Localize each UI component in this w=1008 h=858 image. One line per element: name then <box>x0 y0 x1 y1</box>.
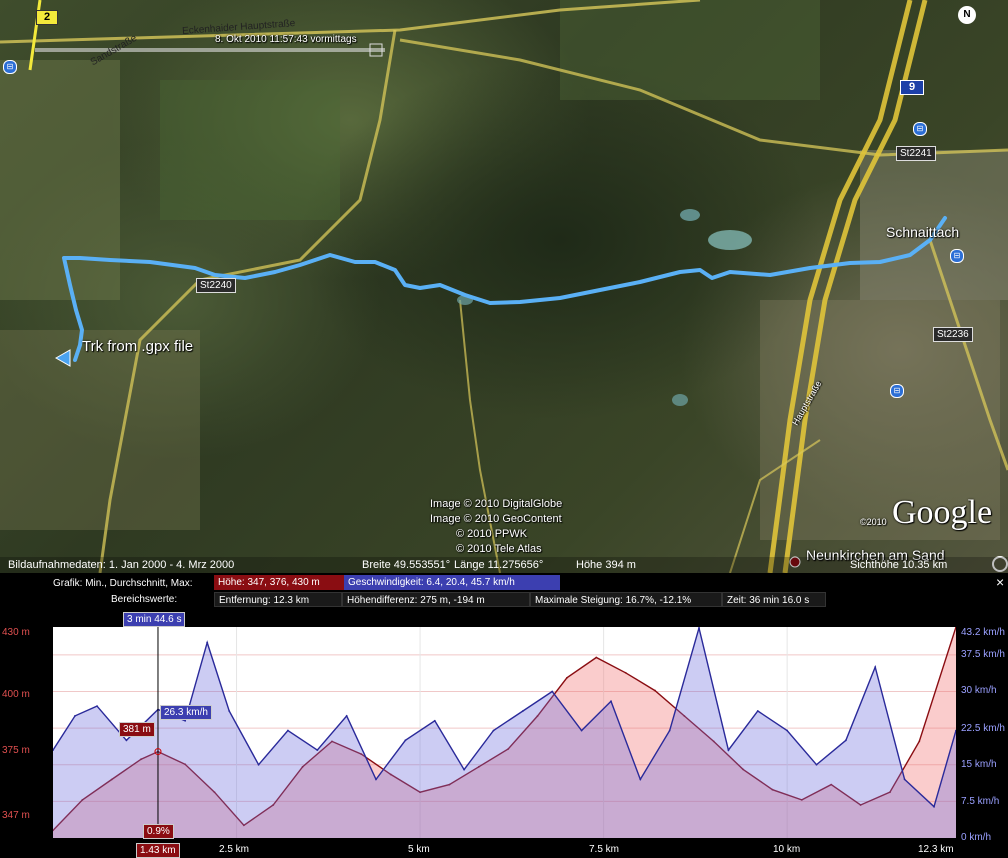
data-point-speed <box>521 710 524 712</box>
data-point-speed <box>257 763 260 766</box>
y-axis-label-right: 7.5 km/h <box>961 796 1000 807</box>
credit-line: Image © 2010 DigitalGlobe <box>430 498 563 510</box>
elevation-profile-chart[interactable] <box>52 625 957 838</box>
data-point-elevation <box>595 656 598 659</box>
autobahn-9-shield: 9 <box>900 80 925 95</box>
track-label[interactable]: Trk from .gpx file <box>82 338 193 355</box>
y-axis-label-right: 0 km/h <box>961 832 992 843</box>
cursor-distance-tag: 1.43 km <box>136 843 180 858</box>
data-point-speed <box>74 714 76 717</box>
data-point-speed <box>639 778 642 781</box>
y-axis-label-right: 22.5 km/h <box>961 723 1005 734</box>
data-point-speed <box>316 749 319 751</box>
cursor-slope-tag: 0.9% <box>143 824 174 839</box>
road-st2241-shield: St2241 <box>896 146 936 161</box>
x-axis-tick-label: 7.5 km <box>589 844 620 855</box>
road-st2240-shield: St2240 <box>196 278 236 293</box>
cursor-elevation-tag: 381 m <box>119 722 155 737</box>
max-slope-value: Maximale Steigung: 16.7%, -12.1% <box>530 592 722 607</box>
data-point-speed <box>463 768 466 771</box>
data-point-speed <box>96 705 98 708</box>
range-values-label: Bereichswerte: <box>111 594 178 605</box>
y-axis-label-right: 43.2 km/h <box>961 627 1005 638</box>
data-point-elevation <box>918 740 921 743</box>
satellite-map[interactable]: 2 Eckenhaider Hauptstraße Sandstraße 8. … <box>0 0 1008 573</box>
height-difference-value: Höhendifferenz: 275 m, -194 m <box>342 592 530 607</box>
x-axis-tick-label: 12.3 km <box>918 844 954 855</box>
time-value: Zeit: 36 min 16.0 s <box>722 592 826 607</box>
data-point-elevation <box>624 671 627 674</box>
compass-icon[interactable]: N <box>958 6 976 24</box>
data-point-speed <box>184 719 187 722</box>
data-point-speed <box>228 710 231 712</box>
google-copyright: ©2010 <box>860 517 887 527</box>
route-2-shield: 2 <box>36 10 59 25</box>
town-label-schnaittach[interactable]: Schnaittach <box>886 224 959 240</box>
data-point-speed <box>580 729 583 732</box>
data-point-speed <box>933 805 935 808</box>
y-axis-label-left: 430 m <box>2 627 30 638</box>
y-axis-label-left: 375 m <box>2 745 30 756</box>
data-point-speed <box>903 778 906 781</box>
data-point-speed <box>206 641 209 644</box>
data-point-elevation <box>654 689 656 692</box>
data-point-speed <box>433 719 436 722</box>
data-point-speed <box>404 739 407 742</box>
y-axis-label-right: 15 km/h <box>961 759 997 770</box>
data-point-speed <box>375 778 377 781</box>
data-point-speed <box>874 666 877 668</box>
y-axis-label-left: 400 m <box>2 689 30 700</box>
data-point-speed <box>610 700 612 703</box>
poi-icon[interactable]: ⊟ <box>913 122 927 136</box>
eye-altitude-readout: Sichthöhe 10.35 km <box>850 559 948 571</box>
data-point-speed <box>551 690 554 693</box>
data-point-speed <box>815 763 818 766</box>
y-axis-label-right: 30 km/h <box>961 685 997 696</box>
close-button[interactable]: × <box>996 575 1004 589</box>
data-point-speed <box>125 739 128 742</box>
road-st2236-shield: St2236 <box>933 327 973 342</box>
data-point-speed <box>727 749 730 751</box>
poi-icon[interactable]: ⊟ <box>890 384 904 398</box>
data-point-speed <box>492 729 495 732</box>
data-point-speed <box>345 714 348 717</box>
data-point-speed <box>668 729 671 732</box>
elevation-readout: Höhe 394 m <box>576 559 636 571</box>
y-axis-label-right: 37.5 km/h <box>961 649 1005 660</box>
y-axis-label-left: 347 m <box>2 810 30 821</box>
credit-line: © 2010 Tele Atlas <box>456 543 542 555</box>
data-point-elevation <box>566 676 568 679</box>
imagery-timestamp: 8. Okt 2010 11:57:43 vormittags <box>215 34 357 45</box>
credit-line: © 2010 PPWK <box>456 528 528 540</box>
longitude-readout: Länge 11.275656° <box>454 559 544 571</box>
google-logo: Google <box>892 494 993 531</box>
map-overlay <box>0 0 1008 573</box>
cursor-time-tag: 3 min 44.6 s <box>123 612 186 627</box>
poi-icon[interactable]: ⊟ <box>3 60 17 74</box>
elevation-stats-tab[interactable]: Höhe: 347, 376, 430 m <box>214 575 344 590</box>
status-bar: Bildaufnahmedaten: 1. Jan 2000 - 4. Mrz … <box>0 557 1008 573</box>
graph-stats-label: Grafik: Min., Durchschnitt, Max: <box>53 578 193 589</box>
speed-stats-tab[interactable]: Geschwindigkeit: 6.4, 20.4, 45.7 km/h <box>344 575 560 590</box>
credit-line: Image © 2010 GeoContent <box>430 513 562 525</box>
imagery-dates: Bildaufnahmedaten: 1. Jan 2000 - 4. Mrz … <box>8 559 235 571</box>
data-point-speed <box>786 729 789 732</box>
series-area-speed <box>53 628 956 838</box>
distance-value: Entfernung: 12.3 km <box>214 592 342 607</box>
cursor-speed-tag: 26.3 km/h <box>160 705 212 720</box>
data-point-speed <box>698 627 700 629</box>
latitude-readout: Breite 49.553551° <box>362 559 451 571</box>
x-axis-tick-label: 2.5 km <box>219 844 250 855</box>
data-point-speed <box>287 729 289 732</box>
x-axis-tick-label: 10 km <box>773 844 801 855</box>
data-point-speed <box>844 739 847 742</box>
data-point-speed <box>756 710 759 712</box>
profile-svg <box>52 625 957 838</box>
poi-icon[interactable]: ⊟ <box>950 249 964 263</box>
x-axis-tick-label: 5 km <box>408 844 430 855</box>
